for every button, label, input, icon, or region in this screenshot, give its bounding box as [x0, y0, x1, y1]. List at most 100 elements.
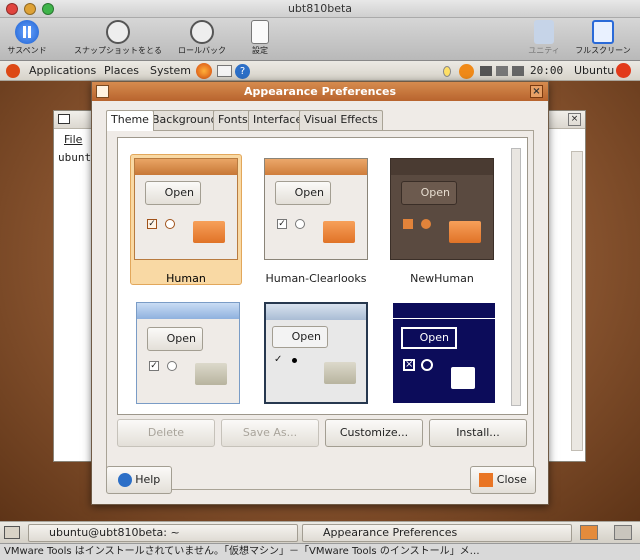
- fullscreen-icon: [592, 20, 614, 44]
- volume-icon[interactable]: [512, 66, 524, 76]
- dialog-title: Appearance Preferences: [243, 85, 397, 98]
- dialog-menu-icon[interactable]: [96, 85, 109, 98]
- preview-open-button: Open: [275, 181, 331, 205]
- applications-menu[interactable]: Applications: [29, 64, 96, 77]
- install-label: Install...: [456, 426, 500, 439]
- suspend-label: サスペンド: [7, 46, 47, 55]
- trash-icon[interactable]: [614, 525, 632, 540]
- theme-list-scrollbar[interactable]: [511, 148, 521, 406]
- theme-newhuman-preview[interactable]: Open: [390, 158, 494, 260]
- help-icon[interactable]: ?: [235, 64, 250, 79]
- save-as-label: Save As...: [242, 426, 298, 439]
- top-panel: Applications Places System ? 20:00 Ubunt…: [0, 61, 640, 81]
- vm-toolbar: サスペンド スナップショットをとる ロールバック 設定 ユニティ フルスクリーン: [0, 18, 640, 61]
- user-menu[interactable]: Ubuntu: [574, 64, 614, 77]
- customize-label: Customize...: [339, 426, 409, 439]
- install-button[interactable]: Install...: [429, 419, 527, 447]
- rollback-label: ロールバック: [178, 46, 226, 55]
- settings-label: 設定: [252, 46, 268, 55]
- system-menu[interactable]: System: [150, 64, 191, 77]
- unity-button[interactable]: ユニティ: [526, 18, 562, 56]
- rollback-icon: [190, 20, 214, 44]
- vm-window-titlebar: ubt810beta: [0, 0, 640, 18]
- folder-icon: [193, 221, 225, 243]
- workspace-switcher[interactable]: [580, 525, 598, 540]
- fullscreen-button[interactable]: フルスクリーン: [572, 18, 634, 56]
- radio-icon: [167, 361, 177, 371]
- terminal-close-icon[interactable]: ×: [568, 113, 581, 126]
- theme-list[interactable]: Open ✓ Human Open ✓ Human-Clearlooks Ope…: [117, 137, 528, 415]
- suspend-button[interactable]: サスペンド: [6, 18, 48, 56]
- save-as-button[interactable]: Save As...: [221, 419, 319, 447]
- show-desktop-icon[interactable]: [4, 526, 20, 539]
- checkbox-icon: ✓: [274, 354, 283, 365]
- dialog-close-icon[interactable]: ×: [530, 85, 543, 98]
- taskbar-appearance[interactable]: Appearance Preferences: [302, 524, 572, 542]
- tab-visual-effects[interactable]: Visual Effects: [299, 110, 383, 130]
- rollback-button[interactable]: ロールバック: [174, 18, 230, 56]
- taskbar-terminal[interactable]: ubuntu@ubt810beta: ~: [28, 524, 298, 542]
- theme-mist-preview[interactable]: Open ✓: [264, 302, 368, 404]
- radio-icon: [295, 219, 305, 229]
- folder-icon: [323, 221, 355, 243]
- close-label: Close: [496, 473, 527, 486]
- customize-button[interactable]: Customize...: [325, 419, 423, 447]
- vmware-status-bar: VMware Tools はインストールされていません。「仮想マシン」－「VMw…: [0, 543, 640, 560]
- tab-theme[interactable]: Theme: [106, 110, 154, 131]
- tab-fonts[interactable]: Fonts: [213, 110, 253, 130]
- power-icon[interactable]: [616, 63, 631, 78]
- radio-icon: [421, 219, 431, 229]
- theme-name: Human-Clearlooks: [265, 272, 367, 285]
- vm-window-title: ubt810beta: [287, 2, 353, 15]
- update-icon[interactable]: [459, 64, 474, 79]
- checkbox-icon: ✓: [147, 219, 157, 229]
- firefox-icon[interactable]: [196, 63, 212, 79]
- help-button[interactable]: Help: [106, 466, 172, 494]
- theme-human-preview[interactable]: Open ✓: [134, 158, 238, 260]
- delete-label: Delete: [147, 426, 185, 439]
- preview-titlebar: [137, 303, 239, 319]
- camera-icon: [106, 20, 130, 44]
- terminal-scrollbar[interactable]: [571, 151, 583, 451]
- theme-tab-panel: Open ✓ Human Open ✓ Human-Clearlooks Ope…: [106, 130, 534, 490]
- close-button[interactable]: Close: [470, 466, 536, 494]
- preview-titlebar: [393, 303, 495, 319]
- theme-glossy-preview[interactable]: Open ✓: [136, 302, 240, 404]
- preview-open-button: Open: [145, 181, 201, 205]
- network-icon[interactable]: [480, 66, 492, 76]
- settings-button[interactable]: 設定: [246, 18, 274, 56]
- printer-icon[interactable]: [496, 66, 508, 76]
- settings-icon: [251, 20, 269, 44]
- delete-button[interactable]: Delete: [117, 419, 215, 447]
- radio-icon: [165, 219, 175, 229]
- preview-titlebar: [266, 304, 366, 320]
- preview-titlebar: [391, 159, 493, 175]
- snapshot-button[interactable]: スナップショットをとる: [68, 18, 168, 56]
- theme-high-contrast-inverse-preview[interactable]: Open ×: [392, 302, 496, 404]
- close-icon: [479, 473, 494, 487]
- radio-icon: [292, 358, 297, 363]
- folder-icon: [451, 367, 475, 389]
- clock[interactable]: 20:00: [530, 64, 563, 77]
- bottom-panel: ubuntu@ubt810beta: ~ Appearance Preferen…: [0, 521, 640, 543]
- checkbox-icon: ×: [403, 359, 415, 371]
- help-label: Help: [135, 473, 161, 486]
- theme-name: NewHuman: [410, 272, 474, 285]
- dialog-titlebar: Appearance Preferences ×: [92, 82, 548, 101]
- ubuntu-logo-icon: [6, 64, 20, 78]
- unity-label: ユニティ: [528, 46, 560, 55]
- folder-icon: [324, 362, 356, 384]
- fullscreen-label: フルスクリーン: [575, 46, 631, 55]
- terminal-prompt[interactable]: ubunt: [58, 151, 91, 164]
- bulb-icon[interactable]: [443, 66, 451, 77]
- places-menu[interactable]: Places: [104, 64, 139, 77]
- folder-icon: [195, 363, 227, 385]
- mail-icon[interactable]: [217, 65, 232, 77]
- tab-background[interactable]: Background: [147, 110, 223, 130]
- radio-icon: [421, 359, 433, 371]
- theme-human-clearlooks-preview[interactable]: Open ✓: [264, 158, 368, 260]
- help-icon: [117, 473, 132, 487]
- unity-icon: [534, 20, 554, 44]
- theme-name: Human: [166, 272, 206, 285]
- terminal-file-menu[interactable]: File: [64, 133, 82, 146]
